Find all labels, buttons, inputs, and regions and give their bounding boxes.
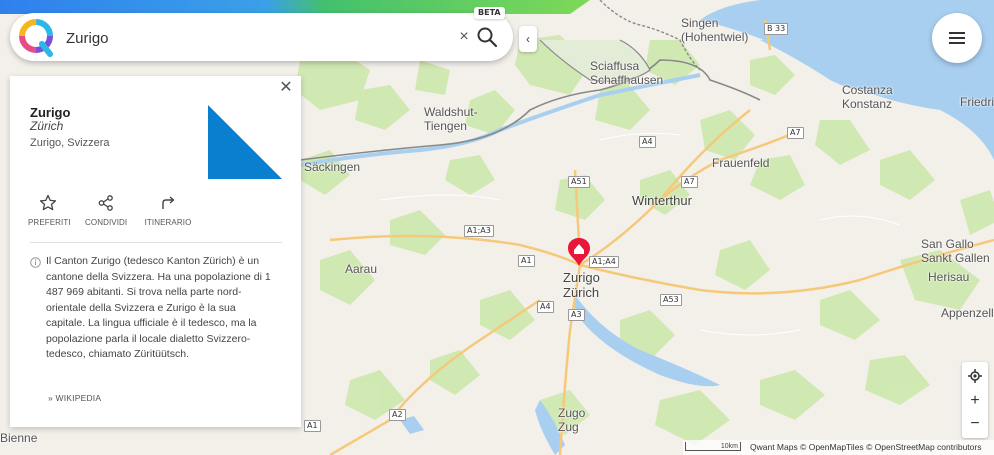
place-title: Zurigo xyxy=(30,105,71,120)
road-shield: A3 xyxy=(568,309,585,321)
beta-badge: BETA xyxy=(474,7,505,19)
favorite-button[interactable]: PREFERITI xyxy=(28,194,71,227)
clear-search-button[interactable]: × xyxy=(457,27,471,47)
share-label: CONDIVIDI xyxy=(85,218,128,227)
road-shield: A1 xyxy=(304,420,321,432)
place-description: Il Canton Zurigo (tedesco Kanton Zürich)… xyxy=(46,255,271,360)
place-subtitle: Zürich xyxy=(30,119,64,133)
place-actions: PREFERITI CONDIVIDI ITINERARIO xyxy=(24,194,284,234)
zoom-out-button[interactable]: − xyxy=(962,412,988,436)
road-shield: A7 xyxy=(787,127,804,139)
road-shield: A4 xyxy=(639,136,656,148)
menu-icon-bar xyxy=(949,37,965,39)
search-icon[interactable] xyxy=(476,26,498,48)
openstreetmap-link[interactable]: © OpenStreetMap contributors xyxy=(866,442,981,452)
road-shield: A1;A3 xyxy=(464,225,494,237)
directions-button[interactable]: ITINERARIO xyxy=(144,194,192,227)
menu-icon-bar xyxy=(949,42,965,44)
road-shield: B 33 xyxy=(764,23,789,35)
favorite-label: PREFERITI xyxy=(28,218,71,227)
place-label-singen: Singen (Hohentwiel) xyxy=(681,16,749,44)
scale-bar: 10km xyxy=(685,442,741,451)
place-label-appenzell: Appenzell xyxy=(941,306,994,320)
search-bar: × BETA xyxy=(10,7,513,61)
place-label-friedrichshafen: Friedric xyxy=(960,95,994,109)
close-panel-button[interactable]: ✕ xyxy=(278,80,294,96)
star-icon xyxy=(39,194,57,211)
place-label-frauenfeld: Frauenfeld xyxy=(712,156,770,170)
wikipedia-link[interactable]: » WIKIPEDIA xyxy=(48,393,101,403)
road-shield: A4 xyxy=(537,301,554,313)
place-label-zurigo: Zurigo Zürich xyxy=(563,270,600,300)
divider xyxy=(30,242,282,243)
place-detail-panel: ✕ Zurigo Zürich Zurigo, Svizzera PREFERI… xyxy=(10,76,301,427)
collapse-panel-button[interactable]: ‹ xyxy=(519,26,537,52)
place-label-bienne: Bienne xyxy=(0,431,38,445)
main-menu-button[interactable] xyxy=(932,13,982,63)
openmaptiles-link[interactable]: © OpenMapTiles xyxy=(800,442,864,452)
place-label-herisau: Herisau xyxy=(928,270,970,284)
map-controls: + − xyxy=(962,362,988,438)
place-label-sciaffusa: Sciaffusa Schaffhausen xyxy=(590,59,664,87)
road-shield: A2 xyxy=(389,409,406,421)
qwant-logo-icon[interactable] xyxy=(16,17,56,57)
zoom-in-button[interactable]: + xyxy=(962,389,988,413)
place-label-zugo: Zugo Zug xyxy=(558,406,586,434)
place-label-sangallo: San Gallo Sankt Gallen xyxy=(921,237,990,265)
road-shield: A1 xyxy=(518,255,535,267)
road-shield: A7 xyxy=(681,176,698,188)
chevron-left-icon: ‹ xyxy=(526,32,530,46)
road-shield: A53 xyxy=(660,294,682,306)
road-shield: A1;A4 xyxy=(589,256,619,268)
place-image xyxy=(208,105,282,179)
info-icon xyxy=(30,257,41,268)
place-label-waldshut: Waldshut- Tiengen xyxy=(424,105,478,133)
qwant-maps-link[interactable]: Qwant Maps xyxy=(750,442,798,452)
geolocate-button[interactable] xyxy=(962,364,988,388)
place-label-aarau: Aarau xyxy=(345,262,378,276)
place-location: Zurigo, Svizzera xyxy=(30,137,110,149)
attribution-credits: Qwant Maps © OpenMapTiles © OpenStreetMa… xyxy=(750,440,981,455)
crosshair-icon xyxy=(968,369,982,383)
map-attribution: 10km Qwant Maps © OpenMapTiles © OpenStr… xyxy=(683,440,994,455)
place-label-sackingen: Säckingen xyxy=(304,160,361,174)
menu-icon xyxy=(949,32,965,34)
share-button[interactable]: CONDIVIDI xyxy=(85,194,127,227)
search-input[interactable] xyxy=(66,27,446,49)
road-shield: A51 xyxy=(568,176,590,188)
directions-icon xyxy=(162,196,175,209)
directions-label: ITINERARIO xyxy=(144,218,192,227)
share-icon xyxy=(98,195,113,211)
place-label-winterthur: Winterthur xyxy=(632,193,692,208)
place-label-costanza: Costanza Konstanz xyxy=(842,83,893,111)
